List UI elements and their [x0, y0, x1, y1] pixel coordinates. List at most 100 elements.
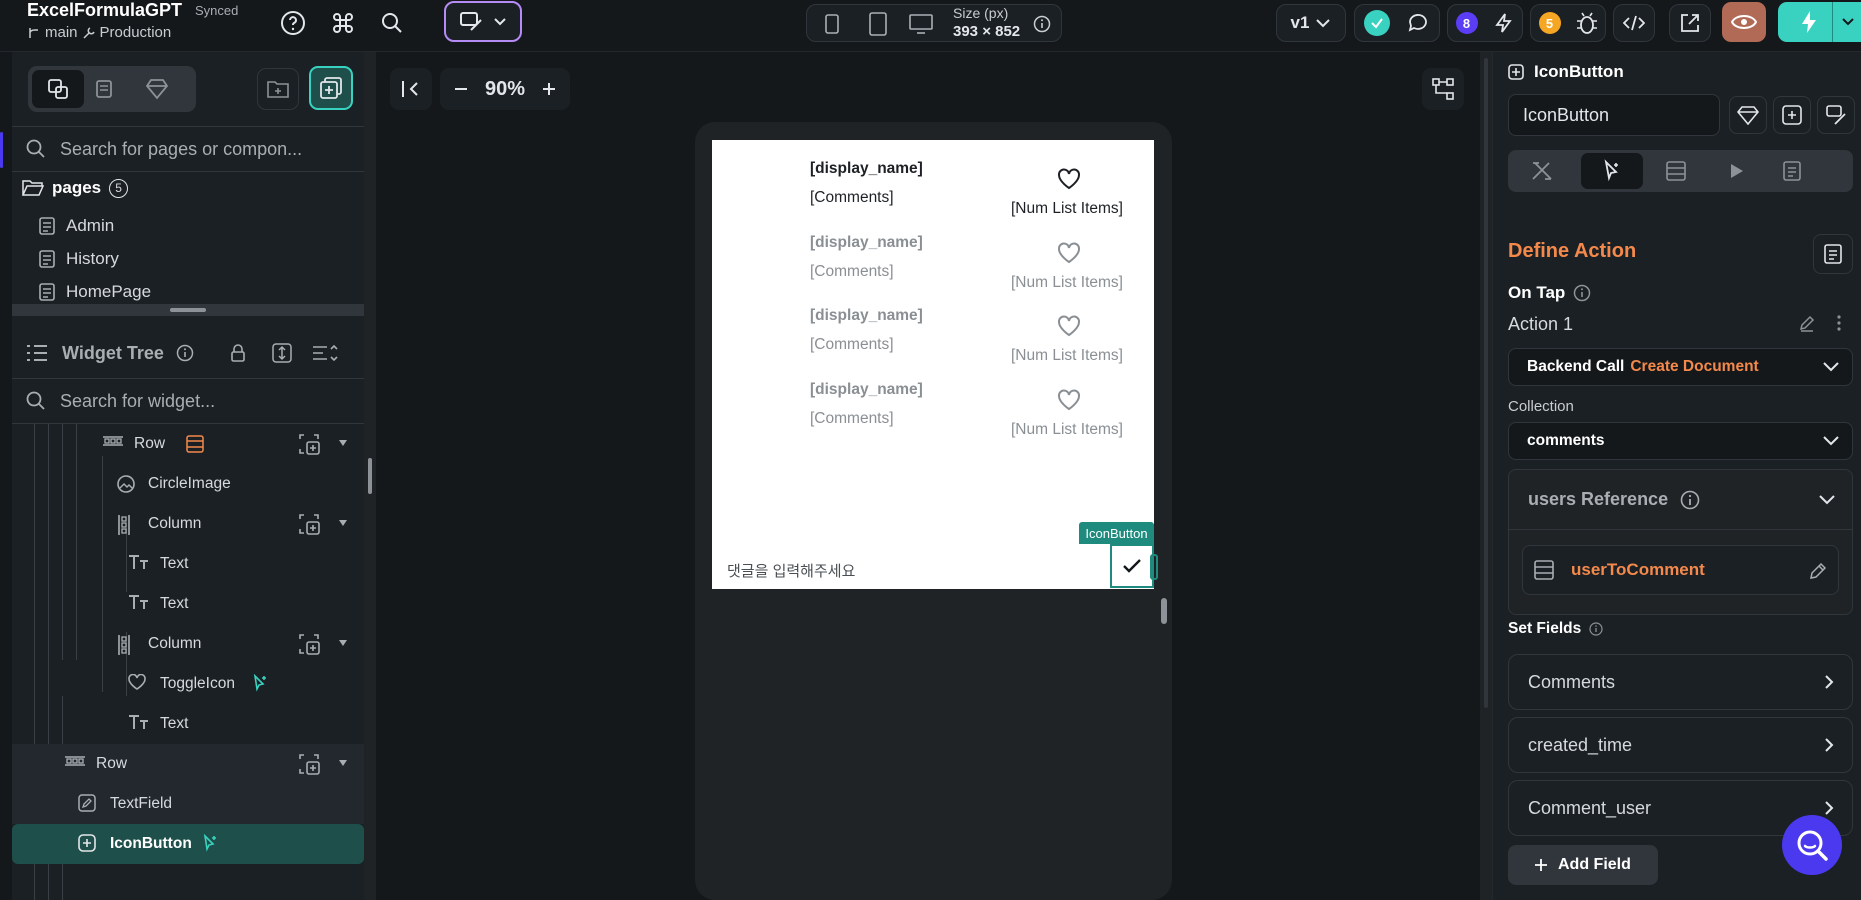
tree-item[interactable]: Column: [12, 624, 364, 664]
set-field-item[interactable]: created_time: [1508, 717, 1853, 773]
size-value[interactable]: 393 × 852: [953, 23, 1020, 40]
bug-icon[interactable]: [1576, 11, 1598, 35]
zoom-out-button[interactable]: [452, 80, 470, 98]
edit-icon[interactable]: [1798, 314, 1816, 332]
pages-folder[interactable]: pages 5: [12, 172, 364, 204]
tree-item[interactable]: Text: [12, 584, 364, 624]
style-button[interactable]: [1817, 96, 1855, 134]
notification-count-badge[interactable]: 8: [1455, 12, 1478, 34]
action-type-dropdown[interactable]: Backend Call Create Document: [1508, 348, 1853, 386]
tree-item[interactable]: ToggleIcon: [12, 664, 364, 704]
device-scrollbar[interactable]: [1161, 598, 1167, 624]
add-page-button[interactable]: [309, 66, 353, 110]
caret-down-icon[interactable]: [338, 759, 348, 769]
add-folder-button[interactable]: [257, 68, 299, 110]
add-field-button[interactable]: Add Field: [1508, 845, 1658, 885]
tree-item[interactable]: Column: [12, 504, 364, 544]
preview-button[interactable]: [1722, 2, 1766, 42]
add-child-icon[interactable]: [298, 513, 320, 535]
convert-component-button[interactable]: [1773, 96, 1811, 134]
lock-icon[interactable]: [230, 343, 246, 363]
search-pages-input[interactable]: Search for pages or compon...: [60, 139, 302, 160]
set-field-item[interactable]: Comments: [1508, 654, 1853, 710]
add-child-icon[interactable]: [298, 753, 320, 775]
open-external-button[interactable]: [1669, 4, 1711, 42]
branch-info[interactable]: main Production: [27, 24, 171, 41]
run-button[interactable]: [1778, 2, 1861, 42]
selected-icon-button[interactable]: [1110, 544, 1158, 588]
caret-down-icon[interactable]: [338, 519, 348, 529]
tree-item[interactable]: CircleImage: [12, 464, 364, 504]
like-toggle-icon[interactable]: [1057, 241, 1081, 264]
code-button[interactable]: [1613, 4, 1655, 42]
collection-dropdown[interactable]: comments: [1508, 422, 1853, 460]
splitter-track[interactable]: [1484, 58, 1488, 708]
info-icon[interactable]: [176, 344, 194, 362]
selection-handle[interactable]: [1150, 554, 1158, 580]
search-pages-bar[interactable]: Search for pages or compon...: [12, 126, 364, 172]
version-dropdown[interactable]: v1: [1276, 4, 1346, 42]
lightning-icon[interactable]: [1493, 12, 1515, 34]
page-item[interactable]: History: [12, 243, 364, 275]
desktop-icon[interactable]: [909, 14, 933, 34]
filter-icon[interactable]: [312, 343, 338, 363]
tab-properties[interactable]: [1530, 160, 1554, 182]
add-child-icon[interactable]: [298, 433, 320, 455]
tree-item[interactable]: Row: [12, 744, 364, 784]
caret-down-icon[interactable]: [338, 639, 348, 649]
action-flow-icon[interactable]: [250, 674, 270, 694]
tab-documentation[interactable]: [1781, 160, 1803, 182]
like-toggle-icon[interactable]: [1057, 315, 1081, 337]
like-toggle-icon[interactable]: [1057, 388, 1081, 411]
add-child-icon[interactable]: [298, 633, 320, 655]
search-widget-input[interactable]: Search for widget...: [60, 391, 215, 412]
command-icon[interactable]: [326, 6, 360, 40]
tab-backend-query[interactable]: [1665, 160, 1687, 182]
like-toggle-icon[interactable]: [1057, 168, 1081, 190]
zoom-in-button[interactable]: [540, 80, 558, 98]
reference-value-field[interactable]: userToComment: [1522, 545, 1839, 595]
tab-actions[interactable]: [1581, 153, 1643, 189]
search-icon[interactable]: [375, 6, 409, 40]
caret-down-icon[interactable]: [338, 439, 348, 449]
info-icon[interactable]: [1573, 284, 1591, 302]
info-icon[interactable]: [1033, 15, 1051, 33]
tab-animations[interactable]: [1729, 162, 1745, 180]
collapse-left-button[interactable]: [390, 68, 432, 110]
tab-widget-palette[interactable]: [32, 70, 84, 108]
users-reference-header[interactable]: users Reference: [1509, 470, 1852, 530]
help-icon[interactable]: [276, 6, 310, 40]
comment-text-field[interactable]: 댓글을 입력해주세요: [727, 560, 855, 581]
info-icon[interactable]: [1680, 490, 1700, 510]
splitter-handle[interactable]: [368, 458, 372, 494]
page-item[interactable]: Admin: [12, 210, 364, 242]
tree-item[interactable]: TextField: [12, 784, 364, 824]
left-splitter[interactable]: [364, 52, 376, 900]
action-flow-editor-button[interactable]: [1813, 234, 1853, 274]
action-flow-icon[interactable]: [200, 834, 220, 854]
right-splitter[interactable]: [1480, 52, 1492, 900]
canvas-settings-button[interactable]: [1422, 68, 1464, 110]
edit-icon[interactable]: [1808, 561, 1828, 581]
tree-item[interactable]: Text: [12, 544, 364, 584]
diamond-icon[interactable]: [145, 78, 169, 100]
horizontal-scrollbar[interactable]: [12, 304, 364, 316]
search-widget-bar[interactable]: Search for widget...: [12, 378, 364, 424]
comments-icon[interactable]: [1407, 12, 1431, 34]
support-chat-button[interactable]: [1782, 815, 1842, 875]
diamond-button[interactable]: [1729, 96, 1767, 134]
widget-name-input[interactable]: IconButton: [1508, 94, 1720, 136]
check-circle-icon[interactable]: [1363, 10, 1390, 36]
tablet-icon[interactable]: [869, 12, 887, 36]
phone-icon[interactable]: [825, 14, 839, 34]
tree-item[interactable]: Row: [12, 424, 364, 464]
issue-count-badge[interactable]: 5: [1538, 12, 1561, 34]
more-options-icon[interactable]: [1836, 314, 1842, 332]
expand-collapse-icon[interactable]: [272, 343, 292, 363]
tree-item[interactable]: IconButton: [12, 824, 364, 864]
info-icon[interactable]: [1589, 622, 1603, 636]
tree-item[interactable]: Text: [12, 704, 364, 744]
scroll-thumb[interactable]: [170, 308, 206, 312]
project-name[interactable]: ExcelFormulaGPT: [27, 0, 182, 21]
tab-page-list[interactable]: [94, 78, 116, 100]
